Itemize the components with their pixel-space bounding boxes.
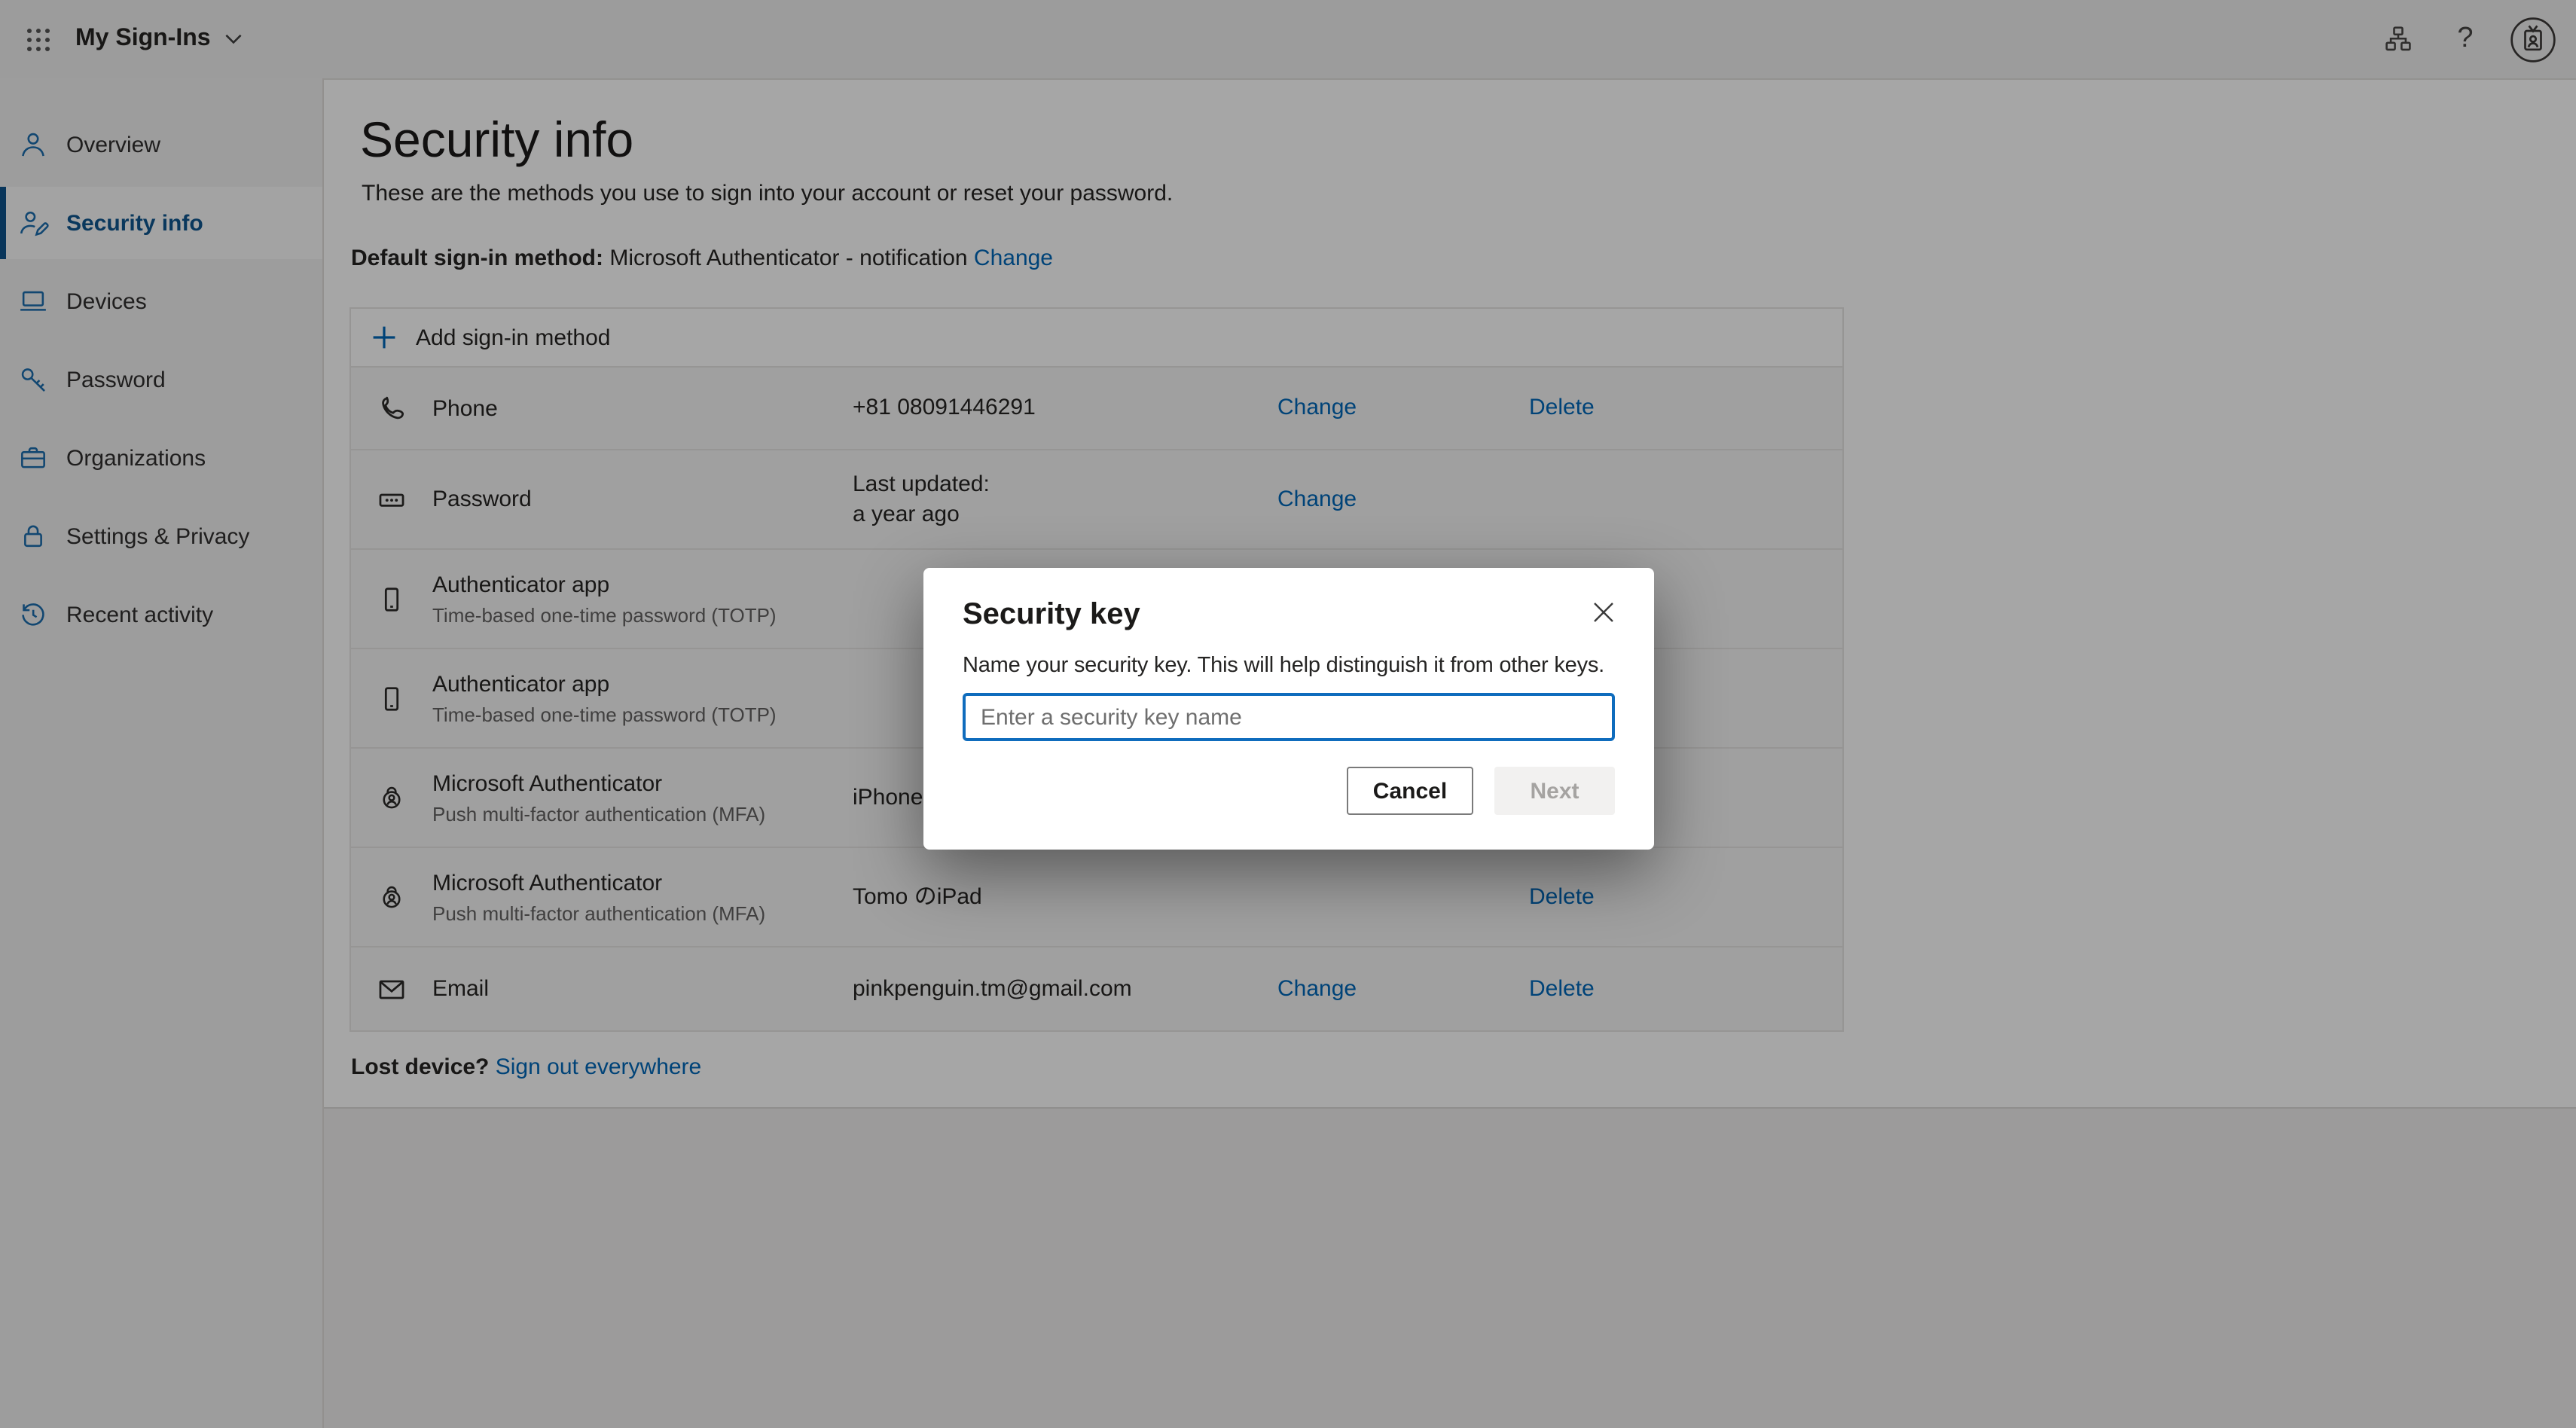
page: My Sign-Ins ? — [0, 0, 2576, 1428]
security-key-dialog: Security key Name your security key. Thi… — [923, 568, 1654, 850]
cancel-button[interactable]: Cancel — [1347, 767, 1473, 815]
close-icon[interactable] — [1589, 598, 1618, 627]
dialog-actions: Cancel Next — [963, 767, 1615, 815]
dialog-title: Security key — [963, 598, 1615, 633]
security-key-name-input[interactable] — [963, 693, 1615, 741]
dialog-body-text: Name your security key. This will help d… — [963, 654, 1615, 678]
next-button[interactable]: Next — [1494, 767, 1615, 815]
